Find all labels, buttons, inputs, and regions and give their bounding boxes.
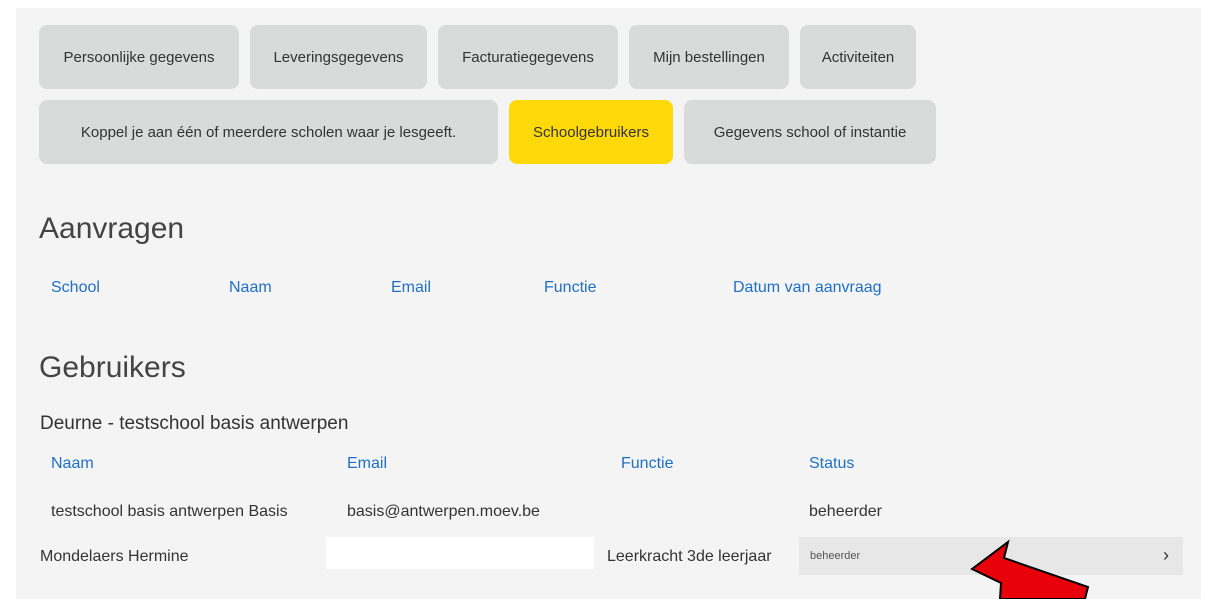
users-col-naam[interactable]: Naam (51, 455, 94, 473)
chevron-right-icon: › (1163, 545, 1169, 565)
user-row-2-email-input[interactable] (326, 537, 594, 569)
requests-col-email[interactable]: Email (391, 279, 431, 297)
requests-col-functie[interactable]: Functie (544, 279, 596, 297)
school-name: Deurne - testschool basis antwerpen (40, 413, 349, 434)
tab-activiteiten[interactable]: Activiteiten (800, 25, 916, 89)
users-col-functie[interactable]: Functie (621, 455, 673, 473)
tab-gegevens-school[interactable]: Gegevens school of instantie (684, 100, 936, 164)
user-row-1-email: basis@antwerpen.moev.be (347, 503, 540, 520)
users-col-email[interactable]: Email (347, 455, 387, 473)
tab-persoonlijke-gegevens[interactable]: Persoonlijke gegevens (39, 25, 239, 89)
tab-facturatiegegevens[interactable]: Facturatiegegevens (438, 25, 618, 89)
users-col-status[interactable]: Status (809, 455, 854, 473)
user-row-1-status: beheerder (809, 503, 882, 520)
user-row-2-name: Mondelaers Hermine (40, 548, 189, 565)
requests-heading: Aanvragen (39, 212, 185, 245)
red-arrow-icon (970, 539, 1090, 599)
tab-schoolgebruikers[interactable]: Schoolgebruikers (509, 100, 673, 164)
user-row-1-name: testschool basis antwerpen Basis (51, 503, 288, 520)
requests-col-datum[interactable]: Datum van aanvraag (733, 279, 882, 297)
user-row-2-function: Leerkracht 3de leerjaar (607, 548, 772, 565)
requests-col-naam[interactable]: Naam (229, 279, 272, 297)
tab-koppel-scholen[interactable]: Koppel je aan één of meerdere scholen wa… (39, 100, 498, 164)
status-select-value: beheerder (810, 550, 861, 562)
tab-mijn-bestellingen[interactable]: Mijn bestellingen (629, 25, 789, 89)
tab-leveringsgegevens[interactable]: Leveringsgegevens (250, 25, 427, 89)
requests-col-school[interactable]: School (51, 279, 100, 297)
users-heading: Gebruikers (39, 351, 186, 384)
